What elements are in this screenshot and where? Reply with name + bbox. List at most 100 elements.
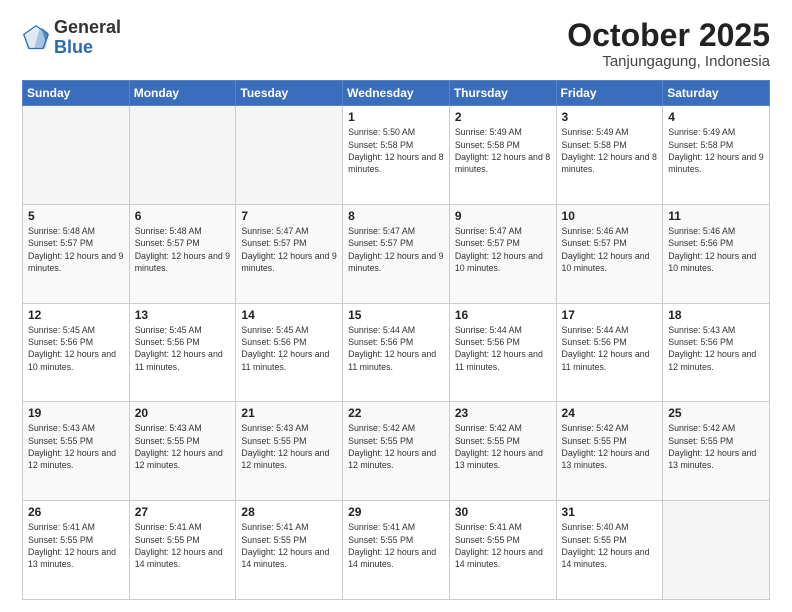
calendar-cell: 24 Sunrise: 5:42 AM Sunset: 5:55 PM Dayli… (556, 402, 663, 501)
logo-blue-text: Blue (54, 38, 121, 58)
calendar-cell: 20 Sunrise: 5:43 AM Sunset: 5:55 PM Dayli… (129, 402, 236, 501)
calendar-week-4: 19Sunrise: 5:43 AM Sunset: 5:55 PM Dayli… (23, 402, 770, 501)
day-number: 23 (455, 406, 551, 420)
day-info: Sunrise: 5:45 AM Sunset: 5:56 PM Dayligh… (28, 324, 124, 373)
calendar-subtitle: Tanjungagung, Indonesia (567, 53, 770, 70)
day-number: 9 (455, 209, 551, 223)
day-number: 16 (455, 308, 551, 322)
calendar-title: October 2025 (567, 18, 770, 53)
calendar-cell: 2Sunrise: 5:49 AM Sunset: 5:58 PM Daylig… (449, 106, 556, 205)
day-info: Sunrise: 5:42 AM Sunset: 5:55 PM Dayligh… (668, 422, 764, 471)
calendar-cell: 5 Sunrise: 5:48 AM Sunset: 5:57 PM Daylig… (23, 204, 130, 303)
calendar-cell: 3Sunrise: 5:49 AM Sunset: 5:58 PM Daylig… (556, 106, 663, 205)
calendar-cell (663, 501, 770, 600)
day-number: 28 (241, 505, 337, 519)
calendar-cell: 8 Sunrise: 5:47 AM Sunset: 5:57 PM Daylig… (343, 204, 450, 303)
calendar-table: SundayMondayTuesdayWednesdayThursdayFrid… (22, 80, 770, 600)
weekday-header-saturday: Saturday (663, 81, 770, 106)
day-info: Sunrise: 5:50 AM Sunset: 5:58 PM Dayligh… (348, 126, 444, 175)
calendar-cell: 10 Sunrise: 5:46 AM Sunset: 5:57 PM Dayli… (556, 204, 663, 303)
day-info: Sunrise: 5:47 AM Sunset: 5:57 PM Dayligh… (241, 225, 337, 274)
calendar-cell: 6 Sunrise: 5:48 AM Sunset: 5:57 PM Daylig… (129, 204, 236, 303)
day-info: Sunrise: 5:48 AM Sunset: 5:57 PM Dayligh… (28, 225, 124, 274)
day-number: 5 (28, 209, 124, 223)
day-number: 7 (241, 209, 337, 223)
day-number: 6 (135, 209, 231, 223)
logo-general-text: General (54, 18, 121, 38)
day-info: Sunrise: 5:49 AM Sunset: 5:58 PM Dayligh… (668, 126, 764, 175)
day-number: 26 (28, 505, 124, 519)
day-info: Sunrise: 5:48 AM Sunset: 5:57 PM Dayligh… (135, 225, 231, 274)
day-number: 2 (455, 110, 551, 124)
day-number: 27 (135, 505, 231, 519)
calendar-cell: 9 Sunrise: 5:47 AM Sunset: 5:57 PM Daylig… (449, 204, 556, 303)
day-number: 17 (562, 308, 658, 322)
day-info: Sunrise: 5:44 AM Sunset: 5:56 PM Dayligh… (562, 324, 658, 373)
day-info: Sunrise: 5:43 AM Sunset: 5:56 PM Dayligh… (668, 324, 764, 373)
day-number: 21 (241, 406, 337, 420)
calendar-cell (23, 106, 130, 205)
day-info: Sunrise: 5:44 AM Sunset: 5:56 PM Dayligh… (455, 324, 551, 373)
day-number: 8 (348, 209, 444, 223)
calendar-cell: 29 Sunrise: 5:41 AM Sunset: 5:55 PM Dayli… (343, 501, 450, 600)
day-info: Sunrise: 5:41 AM Sunset: 5:55 PM Dayligh… (28, 521, 124, 570)
day-info: Sunrise: 5:47 AM Sunset: 5:57 PM Dayligh… (348, 225, 444, 274)
calendar-cell: 4 Sunrise: 5:49 AM Sunset: 5:58 PM Daylig… (663, 106, 770, 205)
calendar-cell: 15Sunrise: 5:44 AM Sunset: 5:56 PM Dayli… (343, 303, 450, 402)
day-number: 29 (348, 505, 444, 519)
calendar-cell: 1 Sunrise: 5:50 AM Sunset: 5:58 PM Daylig… (343, 106, 450, 205)
weekday-header-friday: Friday (556, 81, 663, 106)
calendar-cell: 14 Sunrise: 5:45 AM Sunset: 5:56 PM Dayli… (236, 303, 343, 402)
day-number: 10 (562, 209, 658, 223)
calendar-cell: 21 Sunrise: 5:43 AM Sunset: 5:55 PM Dayli… (236, 402, 343, 501)
calendar-week-5: 26 Sunrise: 5:41 AM Sunset: 5:55 PM Dayli… (23, 501, 770, 600)
day-info: Sunrise: 5:45 AM Sunset: 5:56 PM Dayligh… (135, 324, 231, 373)
day-number: 4 (668, 110, 764, 124)
calendar-cell: 12 Sunrise: 5:45 AM Sunset: 5:56 PM Dayli… (23, 303, 130, 402)
day-info: Sunrise: 5:45 AM Sunset: 5:56 PM Dayligh… (241, 324, 337, 373)
calendar-week-1: 1 Sunrise: 5:50 AM Sunset: 5:58 PM Daylig… (23, 106, 770, 205)
weekday-header-monday: Monday (129, 81, 236, 106)
day-info: Sunrise: 5:43 AM Sunset: 5:55 PM Dayligh… (135, 422, 231, 471)
logo: General Blue (22, 18, 121, 58)
day-number: 1 (348, 110, 444, 124)
day-number: 13 (135, 308, 231, 322)
day-info: Sunrise: 5:42 AM Sunset: 5:55 PM Dayligh… (348, 422, 444, 471)
calendar-cell (129, 106, 236, 205)
calendar-cell: 31Sunrise: 5:40 AM Sunset: 5:55 PM Dayli… (556, 501, 663, 600)
day-number: 22 (348, 406, 444, 420)
day-info: Sunrise: 5:43 AM Sunset: 5:55 PM Dayligh… (241, 422, 337, 471)
day-number: 18 (668, 308, 764, 322)
day-number: 31 (562, 505, 658, 519)
calendar-week-3: 12 Sunrise: 5:45 AM Sunset: 5:56 PM Dayli… (23, 303, 770, 402)
day-number: 25 (668, 406, 764, 420)
day-info: Sunrise: 5:47 AM Sunset: 5:57 PM Dayligh… (455, 225, 551, 274)
calendar-cell: 13 Sunrise: 5:45 AM Sunset: 5:56 PM Dayli… (129, 303, 236, 402)
day-number: 11 (668, 209, 764, 223)
day-info: Sunrise: 5:42 AM Sunset: 5:55 PM Dayligh… (455, 422, 551, 471)
day-number: 14 (241, 308, 337, 322)
calendar-cell: 19Sunrise: 5:43 AM Sunset: 5:55 PM Dayli… (23, 402, 130, 501)
calendar-cell: 25 Sunrise: 5:42 AM Sunset: 5:55 PM Dayli… (663, 402, 770, 501)
calendar-cell: 30Sunrise: 5:41 AM Sunset: 5:55 PM Dayli… (449, 501, 556, 600)
logo-text: General Blue (54, 18, 121, 58)
day-info: Sunrise: 5:42 AM Sunset: 5:55 PM Dayligh… (562, 422, 658, 471)
calendar-cell: 26 Sunrise: 5:41 AM Sunset: 5:55 PM Dayli… (23, 501, 130, 600)
day-info: Sunrise: 5:43 AM Sunset: 5:55 PM Dayligh… (28, 422, 124, 471)
day-number: 3 (562, 110, 658, 124)
calendar-cell: 11Sunrise: 5:46 AM Sunset: 5:56 PM Dayli… (663, 204, 770, 303)
day-info: Sunrise: 5:46 AM Sunset: 5:57 PM Dayligh… (562, 225, 658, 274)
weekday-header-wednesday: Wednesday (343, 81, 450, 106)
day-number: 20 (135, 406, 231, 420)
day-info: Sunrise: 5:41 AM Sunset: 5:55 PM Dayligh… (348, 521, 444, 570)
calendar-cell: 18 Sunrise: 5:43 AM Sunset: 5:56 PM Dayli… (663, 303, 770, 402)
calendar-cell: 27Sunrise: 5:41 AM Sunset: 5:55 PM Dayli… (129, 501, 236, 600)
day-info: Sunrise: 5:41 AM Sunset: 5:55 PM Dayligh… (455, 521, 551, 570)
calendar-cell: 16 Sunrise: 5:44 AM Sunset: 5:56 PM Dayli… (449, 303, 556, 402)
calendar-cell: 23 Sunrise: 5:42 AM Sunset: 5:55 PM Dayli… (449, 402, 556, 501)
header: General Blue October 2025 Tanjungagung, … (22, 18, 770, 70)
weekday-header-row: SundayMondayTuesdayWednesdayThursdayFrid… (23, 81, 770, 106)
day-number: 24 (562, 406, 658, 420)
day-number: 12 (28, 308, 124, 322)
day-number: 15 (348, 308, 444, 322)
